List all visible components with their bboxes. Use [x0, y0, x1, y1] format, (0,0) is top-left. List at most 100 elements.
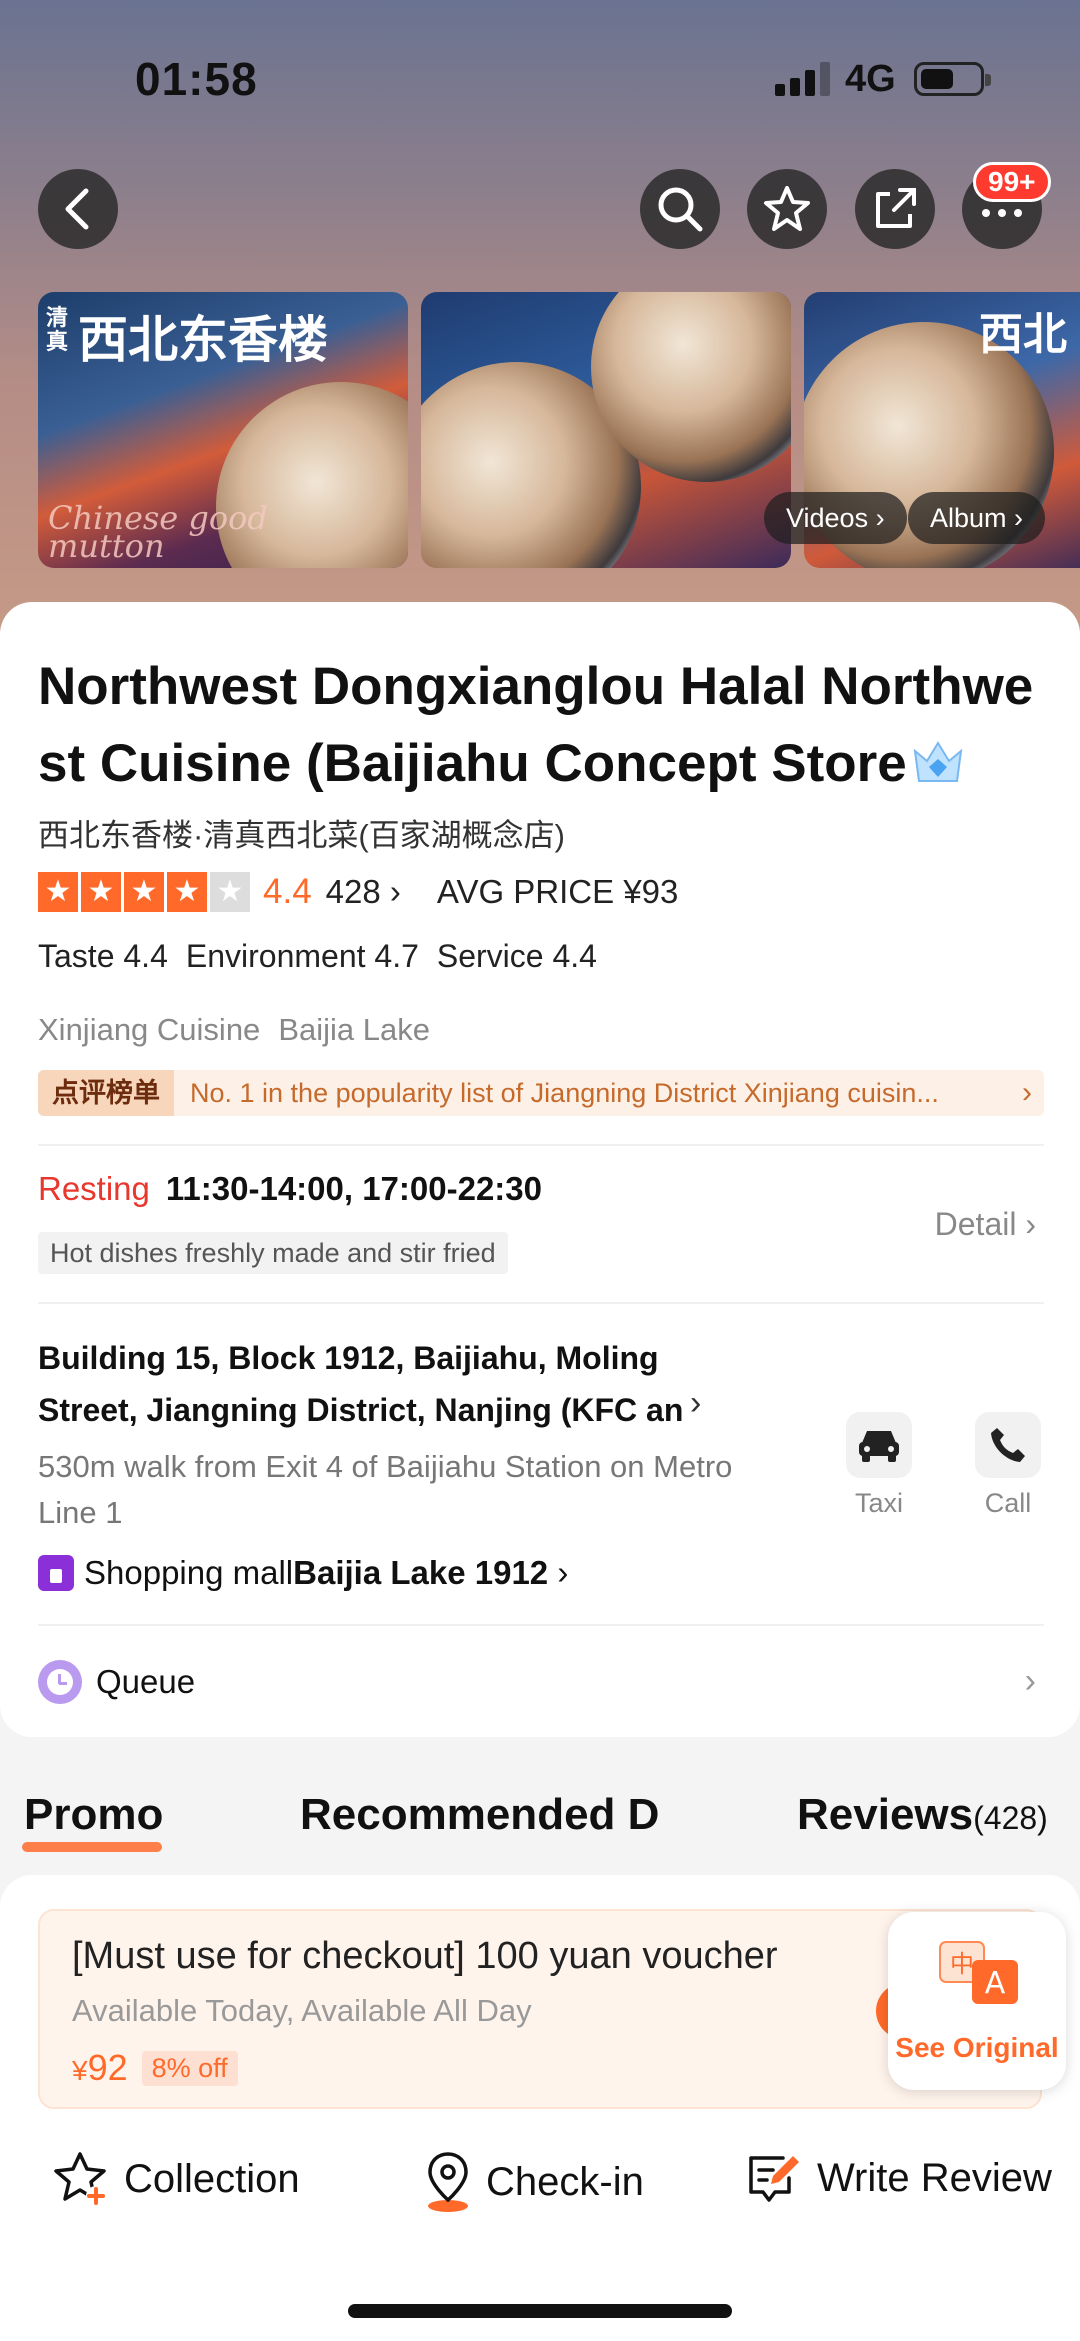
tab-reviews[interactable]: Reviews(428) — [797, 1790, 1048, 1840]
phone-icon — [991, 1428, 1025, 1462]
chevron-right-icon: › — [690, 1384, 702, 1422]
script-text: Chinese good mutton — [48, 499, 268, 565]
business-hours: Resting 11:30-14:00, 17:00-22:30 — [38, 1170, 542, 1208]
service-score: Service 4.4 — [436, 938, 597, 974]
tab-promo[interactable]: Promo — [24, 1790, 163, 1840]
call-button[interactable]: Call — [963, 1412, 1053, 1519]
restaurant-title: Northwest Dongxianglou Halal Northwest C… — [38, 648, 1048, 802]
taxi-label: Taxi — [854, 1488, 903, 1518]
svg-text:A: A — [985, 1966, 1006, 2001]
brand-text: 西北东香楼 — [78, 310, 328, 369]
ranking-text: No. 1 in the popularity list of Jiangnin… — [190, 1077, 939, 1108]
edit-review-icon — [749, 2156, 799, 2202]
voucher-availability: Available Today, Available All Day — [72, 1993, 532, 2028]
chevron-right-icon: › — [1022, 1076, 1032, 1109]
reviews-count-link[interactable]: 428 › — [326, 873, 401, 911]
share-icon — [876, 188, 916, 228]
taxi-button[interactable]: Taxi — [834, 1412, 924, 1519]
opening-times: 11:30-14:00, 17:00-22:30 — [165, 1170, 542, 1207]
translate-icon: 中A — [939, 1941, 1018, 2004]
mall-icon — [38, 1555, 74, 1591]
star-filled-icon: ★ — [167, 872, 207, 912]
voucher-title: [Must use for checkout] 100 yuan voucher — [72, 1935, 778, 1977]
restaurant-info-card: Northwest Dongxianglou Halal Northwest C… — [0, 602, 1080, 1737]
crown-diamond-icon — [913, 741, 963, 782]
cuisine-tag[interactable]: Xinjiang Cuisine — [38, 1012, 260, 1048]
star-filled-icon: ★ — [38, 872, 78, 912]
restaurant-subtitle-cn: 西北东香楼·清真西北菜(百家湖概念店) — [38, 818, 565, 853]
favorite-button[interactable] — [747, 169, 827, 249]
tab-reviews-count: (428) — [973, 1800, 1048, 1836]
mall-prefix: Shopping mall — [84, 1554, 294, 1591]
star-plus-icon — [54, 2152, 106, 2206]
videos-button[interactable]: Videos › — [764, 492, 907, 544]
share-button[interactable] — [855, 169, 935, 249]
hours-note: Hot dishes freshly made and stir fried — [38, 1232, 508, 1274]
rating-score: 4.4 — [263, 872, 312, 911]
rating-row[interactable]: ★ ★ ★ ★ ★ 4.4 428 › AVG PRICE ¥93 — [38, 870, 678, 914]
album-button[interactable]: Album › — [908, 492, 1046, 544]
see-original-button[interactable]: 中A See Original — [888, 1912, 1066, 2090]
environment-score: Environment 4.7 — [185, 938, 419, 974]
reviews-count: 428 — [325, 873, 381, 910]
ranking-banner[interactable]: 点评榜单 No. 1 in the popularity list of Jia… — [38, 1070, 1044, 1116]
section-tabs: Promo Recommended D Reviews(428) — [0, 1770, 1080, 1860]
discount-badge: 8% off — [141, 2050, 238, 2086]
taste-score: Taste 4.4 — [38, 938, 168, 974]
checkin-button[interactable]: Check-in — [422, 2150, 644, 2214]
notification-badge: 99+ — [973, 162, 1051, 202]
signal-icon — [775, 62, 831, 96]
voucher-price-row: ¥92 8% off — [72, 2047, 238, 2089]
hours-detail-link[interactable]: Detail › — [935, 1206, 1036, 1243]
star-filled-icon: ★ — [81, 872, 121, 912]
network-type: 4G — [845, 58, 896, 100]
open-status: Resting — [38, 1170, 150, 1207]
hero-header: 01:58 4G 99+ 清真 西北东香楼 Chinese good mutto… — [0, 0, 1080, 640]
collection-button[interactable]: Collection — [52, 2150, 300, 2208]
divider — [38, 1144, 1044, 1146]
star-empty-icon: ★ — [210, 872, 250, 912]
status-time: 01:58 — [135, 53, 258, 105]
photo-carousel[interactable]: 清真 西北东香楼 Chinese good mutton 西北 Videos ›… — [38, 292, 1080, 568]
queue-row[interactable]: Queue — [38, 1660, 195, 1704]
star-filled-icon: ★ — [124, 872, 164, 912]
active-tab-indicator — [22, 1842, 162, 1852]
search-icon — [658, 187, 703, 232]
write-review-button[interactable]: Write Review — [745, 2150, 1052, 2206]
chevron-left-icon — [65, 188, 89, 230]
call-label: Call — [984, 1488, 1032, 1518]
photo3-brand-text: 西北 — [979, 309, 1067, 360]
clock-icon — [38, 1660, 82, 1704]
avg-price: AVG PRICE ¥93 — [436, 873, 679, 910]
tab-recommended[interactable]: Recommended D — [300, 1790, 659, 1840]
photo-1[interactable]: 清真 西北东香楼 Chinese good mutton — [38, 292, 408, 568]
more-dots-icon — [982, 209, 1022, 217]
detail-label: Detail — [934, 1206, 1017, 1242]
status-bar: 01:58 4G — [0, 0, 1080, 140]
voucher-price: 92 — [87, 2047, 128, 2088]
queue-label: Queue — [96, 1663, 196, 1700]
checkin-label: Check-in — [486, 2159, 644, 2204]
halal-tag: 清真 — [46, 305, 69, 355]
shopping-mall-link[interactable]: Shopping mallBaijia Lake 1912 › — [38, 1554, 568, 1592]
walking-directions: 530m walk from Exit 4 of Baijiahu Statio… — [38, 1449, 733, 1530]
divider — [38, 1624, 1044, 1626]
search-button[interactable] — [640, 169, 720, 249]
back-button[interactable] — [38, 169, 118, 249]
restaurant-title-text: Northwest Dongxianglou Halal Northwest C… — [38, 657, 1034, 793]
ranking-label: 点评榜单 — [38, 1070, 174, 1116]
mall-name: Baijia Lake 1912 — [293, 1554, 549, 1591]
currency-symbol: ¥ — [72, 2055, 88, 2086]
category-tags: Xinjiang Cuisine Baijia Lake — [38, 1012, 430, 1048]
address[interactable]: Building 15, Block 1912, Baijiahu, Molin… — [38, 1332, 728, 1436]
divider — [38, 1302, 1044, 1304]
home-indicator — [348, 2304, 732, 2318]
videos-label: Videos — [786, 503, 869, 533]
star-outline-icon — [764, 186, 810, 231]
photo-2[interactable] — [421, 292, 791, 568]
battery-icon — [914, 62, 991, 96]
location-pin-icon — [428, 2152, 468, 2212]
area-tag[interactable]: Baijia Lake — [278, 1012, 430, 1048]
svg-text:中: 中 — [950, 1950, 974, 1978]
chevron-right-icon: › — [1024, 1662, 1036, 1700]
